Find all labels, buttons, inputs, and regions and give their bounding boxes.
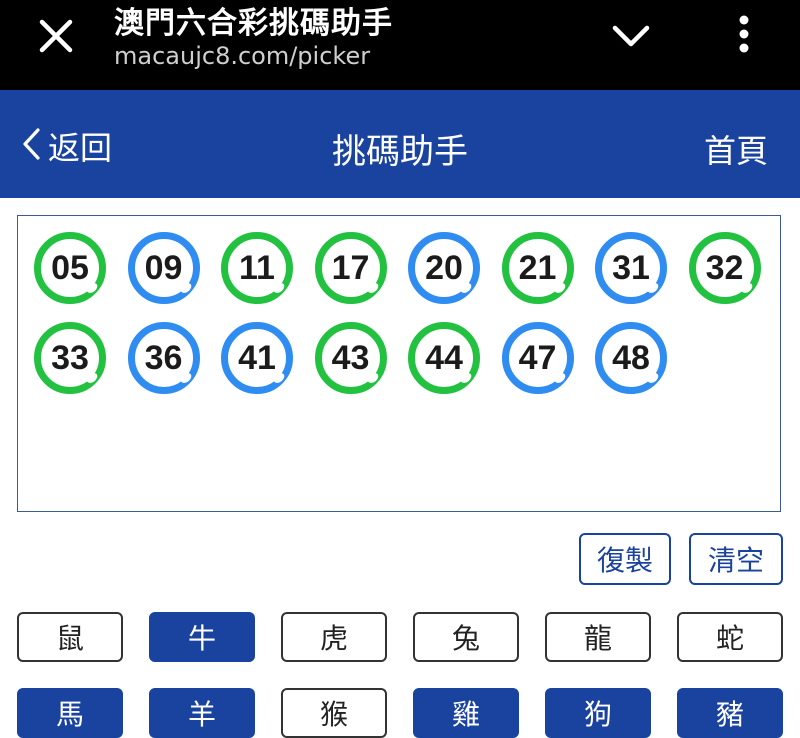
back-label: 返回 xyxy=(48,129,113,167)
number-ball[interactable]: 09 xyxy=(127,232,200,304)
clear-button[interactable]: 清空 xyxy=(689,533,783,585)
zodiac-button[interactable]: 馬 xyxy=(17,688,123,738)
chevron-down-icon[interactable] xyxy=(604,16,658,56)
number-ball-label: 36 xyxy=(144,338,183,377)
number-ball-label: 17 xyxy=(331,248,370,287)
number-ball[interactable]: 32 xyxy=(688,232,761,304)
number-ball[interactable]: 43 xyxy=(314,322,387,394)
number-ball-label: 47 xyxy=(518,338,557,377)
app-header: 返回 挑碼助手 首頁 xyxy=(0,90,800,198)
close-icon[interactable] xyxy=(34,14,78,58)
zodiac-button[interactable]: 龍 xyxy=(545,612,651,662)
number-ball-list: 05 09 11 17 20 21 31 32 33 36 41 43 44 47 48 xyxy=(34,232,774,412)
zodiac-button[interactable]: 雞 xyxy=(413,688,519,738)
number-ball[interactable]: 36 xyxy=(127,322,200,394)
zodiac-button[interactable]: 蛇 xyxy=(677,612,783,662)
number-ball-label: 20 xyxy=(425,248,463,287)
number-ball-label: 21 xyxy=(518,248,557,287)
number-ball[interactable]: 41 xyxy=(221,322,293,394)
header-title: 挑碼助手 xyxy=(332,132,468,172)
zodiac-button[interactable]: 狗 xyxy=(545,688,651,738)
number-ball-label: 41 xyxy=(238,338,276,377)
number-ball-label: 11 xyxy=(239,248,275,287)
zodiac-button[interactable]: 鼠 xyxy=(17,612,123,662)
zodiac-button[interactable]: 猴 xyxy=(281,688,387,738)
number-ball[interactable]: 20 xyxy=(408,232,480,304)
number-ball-label: 43 xyxy=(331,338,370,377)
browser-toolbar: 澳門六合彩挑碼助手 macaujc8.com/picker xyxy=(0,0,800,90)
number-ball[interactable]: 44 xyxy=(408,322,480,394)
zodiac-button[interactable]: 豬 xyxy=(677,688,783,738)
chevron-left-icon xyxy=(20,124,44,168)
zodiac-button[interactable]: 兔 xyxy=(413,612,519,662)
number-ball[interactable]: 17 xyxy=(314,232,387,304)
picked-numbers-panel: 05 09 11 17 20 21 31 32 33 36 41 43 44 47 48 xyxy=(17,215,781,512)
back-button[interactable]: 返回 xyxy=(20,124,113,168)
number-ball[interactable]: 47 xyxy=(501,322,574,394)
number-ball-label: 31 xyxy=(612,248,650,287)
number-ball-label: 44 xyxy=(425,338,463,377)
home-link[interactable]: 首頁 xyxy=(704,126,768,172)
number-ball-label: 48 xyxy=(612,338,650,377)
number-ball-label: 05 xyxy=(51,248,89,287)
number-ball-label: 33 xyxy=(51,338,89,377)
number-ball[interactable]: 21 xyxy=(501,232,574,304)
number-ball[interactable]: 31 xyxy=(595,232,667,304)
number-ball[interactable]: 48 xyxy=(595,322,667,394)
copy-button[interactable]: 復製 xyxy=(579,533,671,585)
zodiac-button[interactable]: 羊 xyxy=(149,688,255,738)
number-ball-label: 32 xyxy=(705,248,744,287)
zodiac-button[interactable]: 牛 xyxy=(149,612,255,662)
number-ball[interactable]: 33 xyxy=(34,322,106,394)
number-ball[interactable]: 05 xyxy=(34,232,106,304)
number-ball[interactable]: 11 xyxy=(221,232,293,304)
number-ball-label: 09 xyxy=(144,248,183,287)
zodiac-button[interactable]: 虎 xyxy=(281,612,387,662)
url-text[interactable]: macaujc8.com/picker xyxy=(114,42,370,70)
more-vertical-icon[interactable] xyxy=(724,12,764,60)
page-title: 澳門六合彩挑碼助手 xyxy=(114,6,393,41)
